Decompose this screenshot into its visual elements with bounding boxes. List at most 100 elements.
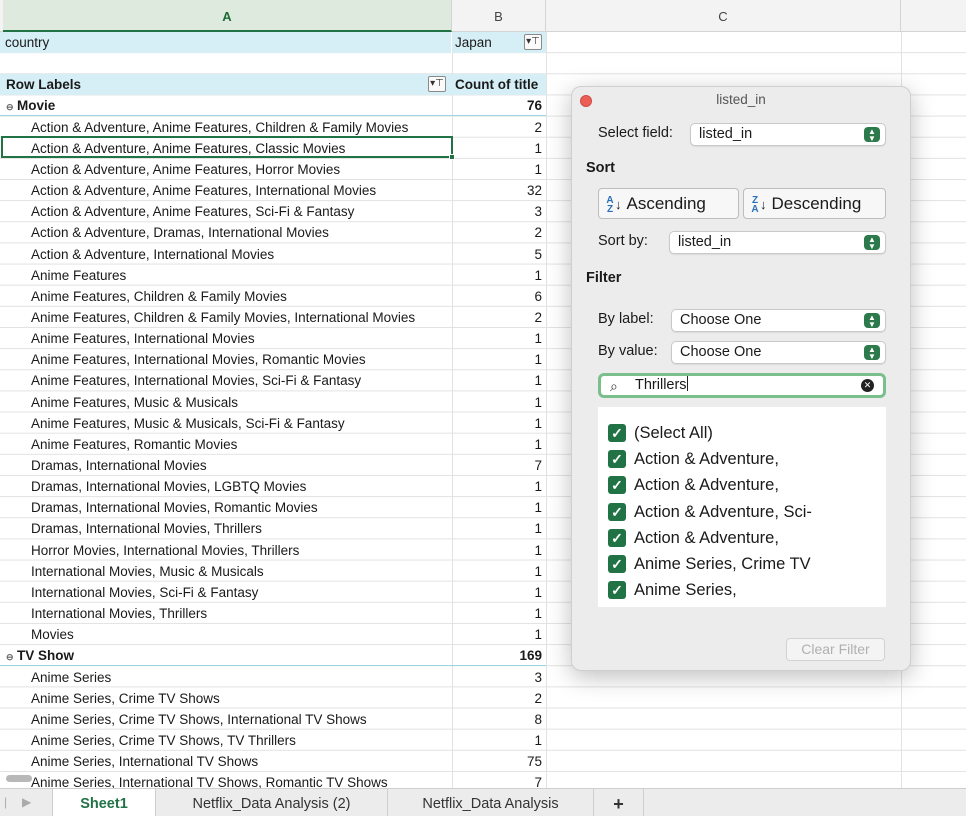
by-label-dropdown[interactable]: Choose One ▲ ▼ [671,309,886,332]
tab-netflix-data-analysis-2[interactable]: Netflix_Data Analysis (2) [156,789,388,816]
filter-field-value-cell[interactable]: Japan ▾⊤ [452,32,546,53]
pivot-item-label[interactable]: Anime Series, International TV Shows, Ro… [0,772,452,788]
pivot-item-label[interactable]: Action & Adventure, Anime Features, Clas… [0,138,452,159]
pivot-item-count[interactable]: 1 [452,159,546,180]
checkbox-checked-icon[interactable]: ✓ [608,528,626,547]
pivot-item-label[interactable]: Dramas, International Movies, LGBTQ Movi… [0,476,452,497]
pivot-item-count[interactable]: 3 [452,201,546,222]
filter-list-item[interactable]: ✓ Action & Adventure, [608,473,779,497]
pivot-item-count[interactable]: 1 [452,265,546,286]
pivot-item-label[interactable]: Anime Features, Romantic Movies [0,434,452,455]
pivot-item-count[interactable]: 2 [452,117,546,138]
pivot-item-count[interactable]: 7 [452,455,546,476]
pivot-item-label[interactable]: Action & Adventure, Anime Features, Inte… [0,180,452,201]
checkbox-checked-icon[interactable]: ✓ [608,581,626,600]
pivot-item-count[interactable]: 1 [452,497,546,518]
pivot-item-label[interactable]: Anime Features, Music & Musicals [0,392,452,413]
add-sheet-button[interactable]: + [594,789,644,816]
filter-list-item[interactable]: ✓ Action & Adventure, [608,526,779,550]
checkbox-checked-icon[interactable]: ✓ [608,502,626,521]
pivot-item-label[interactable]: Action & Adventure, Dramas, Internationa… [0,222,452,243]
filter-search-input[interactable]: ⌕ Thrillers ✕ [598,373,886,398]
row-labels-header[interactable]: Row Labels ▾⊤ [0,74,452,95]
filter-list-item[interactable]: ✓ Action & Adventure, [608,447,779,471]
pivot-item-label[interactable]: Anime Features [0,265,452,286]
pivot-item-label[interactable]: Dramas, International Movies [0,455,452,476]
pivot-item-count[interactable]: 1 [452,624,546,645]
pivot-item-count[interactable]: 1 [452,328,546,349]
pivot-item-count[interactable]: 1 [452,138,546,159]
pivot-item-label[interactable]: International Movies, Thrillers [0,603,452,624]
collapse-icon[interactable]: ⊖ [6,97,15,116]
filter-list-item[interactable]: ✓ Anime Series, [608,578,737,602]
pivot-item-label[interactable]: Anime Features, International Movies [0,328,452,349]
select-all-item[interactable]: ✓ (Select All) [608,421,713,445]
pivot-group-label[interactable]: ⊖ TV Show [0,645,452,666]
pivot-item-count[interactable]: 1 [452,434,546,455]
filter-list-item[interactable]: ✓ Action & Adventure, Sci- [608,500,812,524]
clear-search-icon[interactable]: ✕ [861,379,874,392]
pivot-item-count[interactable]: 1 [452,603,546,624]
pivot-item-count[interactable]: 8 [452,709,546,730]
pivot-item-label[interactable]: Anime Features, International Movies, Ro… [0,349,452,370]
pivot-item-label[interactable]: Anime Features, Children & Family Movies [0,286,452,307]
pivot-item-label[interactable]: Action & Adventure, Anime Features, Horr… [0,159,452,180]
row-labels-filter-icon[interactable]: ▾⊤ [428,76,446,92]
pivot-item-label[interactable]: Anime Series [0,667,452,688]
pivot-group-label[interactable]: ⊖ Movie [0,95,452,116]
pivot-item-count[interactable]: 1 [452,518,546,539]
checkbox-checked-icon[interactable]: ✓ [608,555,626,573]
pivot-item-label[interactable]: Anime Series, International TV Shows [0,751,452,772]
tab-netflix-data-analysis[interactable]: Netflix_Data Analysis [388,789,594,816]
pivot-item-label[interactable]: Movies [0,624,452,645]
column-header-b[interactable]: B [452,0,546,32]
count-of-title-header[interactable]: Count of title [452,74,546,95]
pivot-item-count[interactable]: 32 [452,180,546,201]
checkbox-checked-icon[interactable]: ✓ [608,424,626,442]
pivot-item-label[interactable]: International Movies, Sci-Fi & Fantasy [0,582,452,603]
pivot-item-label[interactable]: Anime Series, Crime TV Shows, TV Thrille… [0,730,452,751]
pivot-group-total[interactable]: 76 [452,95,546,116]
pivot-item-count[interactable]: 1 [452,730,546,751]
pivot-item-count[interactable]: 1 [452,413,546,434]
pivot-item-count[interactable]: 5 [452,244,546,265]
pivot-item-count[interactable]: 1 [452,540,546,561]
sort-descending-button[interactable]: Z A↓ Descending [743,188,886,219]
sort-ascending-button[interactable]: A Z ↓ Ascending [598,188,739,219]
pivot-item-label[interactable]: Anime Features, Music & Musicals, Sci-Fi… [0,413,452,434]
pivot-item-count[interactable]: 6 [452,286,546,307]
filter-field-label[interactable]: country [0,32,452,53]
column-header-c[interactable]: C [546,0,901,32]
pivot-item-count[interactable]: 1 [452,370,546,391]
pivot-item-count[interactable]: 2 [452,222,546,243]
pivot-item-label[interactable]: Horror Movies, International Movies, Thr… [0,540,452,561]
sort-by-dropdown[interactable]: listed_in ▲ ▼ [669,231,886,254]
filter-value-list[interactable]: ✓ (Select All) ✓ Action & Adventure, ✓ Action… [598,407,886,607]
pivot-item-label[interactable]: Anime Series, Crime TV Shows [0,688,452,709]
clear-filter-button[interactable]: Clear Filter [786,638,885,661]
collapse-icon[interactable]: ⊖ [6,647,15,666]
close-icon[interactable] [580,95,592,107]
select-field-dropdown[interactable]: listed_in ▲ ▼ [690,123,886,146]
checkbox-checked-icon[interactable]: ✓ [608,476,626,495]
pivot-item-count[interactable]: 1 [452,392,546,413]
pivot-item-label[interactable]: Anime Features, International Movies, Sc… [0,370,452,391]
filter-dropdown-icon[interactable]: ▾⊤ [524,34,542,50]
pivot-item-label[interactable]: Dramas, International Movies, Thrillers [0,518,452,539]
tab-sheet1[interactable]: Sheet1 [52,789,156,816]
pivot-item-count[interactable]: 1 [452,476,546,497]
column-header-d[interactable] [901,0,966,32]
pivot-item-count[interactable]: 1 [452,349,546,370]
pivot-item-count[interactable]: 3 [452,667,546,688]
first-sheet-icon[interactable]: | [4,795,7,809]
pivot-item-label[interactable]: Dramas, International Movies, Romantic M… [0,497,452,518]
pivot-item-label[interactable]: Action & Adventure, Anime Features, Chil… [0,117,452,138]
pivot-item-count[interactable]: 1 [452,582,546,603]
by-value-dropdown[interactable]: Choose One ▲ ▼ [671,341,886,364]
next-sheet-icon[interactable]: ▶ [22,795,31,809]
pivot-item-label[interactable]: International Movies, Music & Musicals [0,561,452,582]
pivot-item-label[interactable]: Anime Series, Crime TV Shows, Internatio… [0,709,452,730]
pivot-item-count[interactable]: 7 [452,772,546,788]
filter-list-item[interactable]: ✓ Anime Series, Crime TV [608,552,811,576]
column-header-a[interactable]: A [3,0,452,32]
